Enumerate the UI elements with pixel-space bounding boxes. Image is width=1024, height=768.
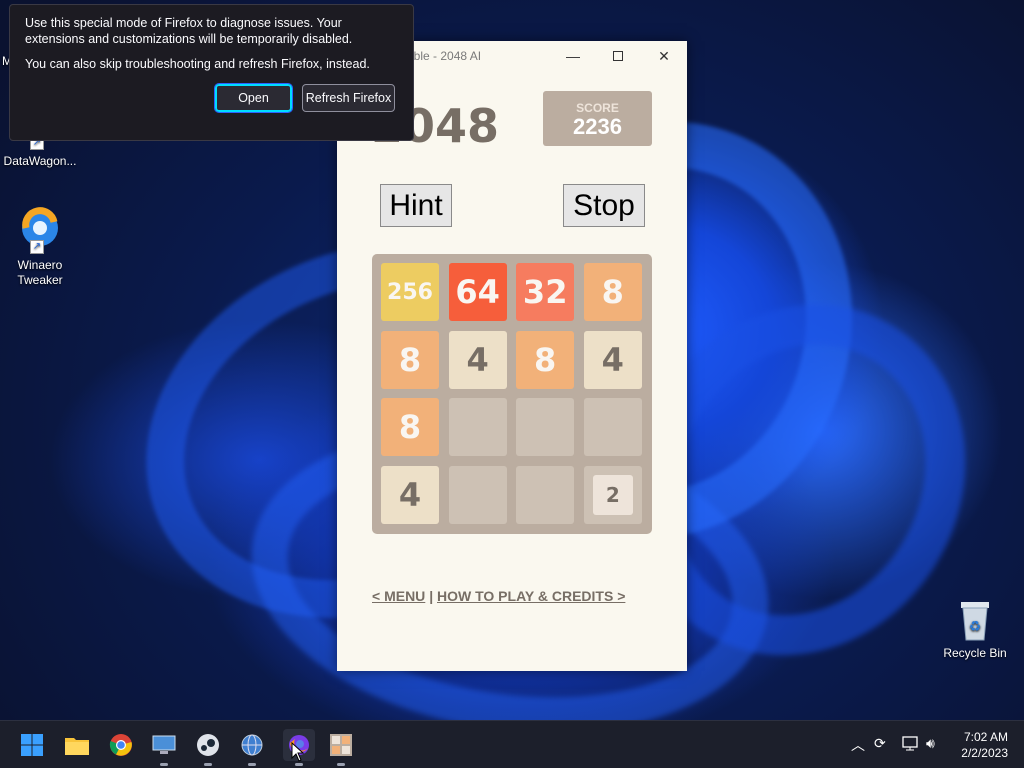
start-icon (21, 734, 43, 756)
volume-icon: 🔊︎ (926, 735, 935, 751)
taskbar-steam[interactable] (192, 729, 224, 766)
tile-8: 8 (381, 398, 439, 457)
tile-4: 4 (583, 330, 642, 389)
footer-links: < MENU | HOW TO PLAY & CREDITS > (372, 588, 625, 604)
mouse-cursor-icon (291, 742, 305, 762)
tile-empty (583, 398, 642, 457)
taskbar-remote-desktop[interactable] (148, 729, 180, 766)
running-indicator (204, 763, 212, 766)
chevron-up-icon: ︿ (851, 737, 865, 753)
tile-2: 2 (583, 465, 642, 524)
stop-button[interactable]: Stop (563, 184, 645, 227)
winaero-tweaker-icon: ↗ (16, 206, 64, 254)
score-box: SCORE 2236 (543, 91, 652, 146)
recycle-bin-icon: ♻ (951, 598, 999, 642)
firefox-troubleshoot-popup: Use this special mode of Firefox to diag… (9, 4, 414, 141)
open-button[interactable]: Open (214, 83, 293, 113)
tile-8: 8 (583, 263, 642, 321)
system-clock[interactable]: 7:02 AM 2/2/2023 (961, 729, 1008, 761)
maximize-button[interactable] (595, 41, 641, 71)
taskbar-network-app[interactable] (236, 729, 268, 766)
tile-2-inner: 2 (592, 474, 633, 515)
tile-32: 32 (516, 263, 575, 321)
chrome-icon (109, 734, 132, 756)
tile-empty (448, 465, 507, 524)
file-explorer-icon (65, 738, 89, 755)
score-value: 2236 (573, 114, 622, 139)
maximize-icon (613, 51, 623, 61)
volume-button[interactable]: 🔊︎ (926, 735, 935, 752)
minimize-button[interactable]: — (550, 41, 596, 71)
steam-icon (197, 734, 219, 756)
running-indicator (295, 763, 303, 766)
network-status-button[interactable] (901, 735, 919, 754)
remote-desktop-icon (152, 735, 176, 754)
tile-empty (516, 465, 575, 524)
taskbar-file-explorer[interactable] (61, 729, 93, 761)
desktop-icon-label: DataWagon... (3, 154, 77, 168)
taskbar: ︿ ⟳ 🔊︎ 7:02 AM 2/2/2023 (0, 720, 1024, 768)
desktop-icon-winaero-tweaker[interactable]: ↗ Winaero Tweaker (0, 206, 80, 288)
taskbar-chrome[interactable] (105, 729, 137, 761)
minimize-icon: — (566, 48, 580, 64)
show-hidden-icons-button[interactable]: ︿ (851, 735, 865, 755)
running-indicator (248, 763, 256, 766)
tile-8: 8 (381, 330, 439, 389)
window-title: able - 2048 AI (407, 49, 482, 63)
how-to-play-link[interactable]: HOW TO PLAY & CREDITS > (437, 588, 625, 604)
sync-icon: ⟳ (874, 735, 886, 751)
tile-empty (516, 398, 575, 457)
tile-64: 64 (448, 263, 507, 321)
desktop-icon-label: Recycle Bin (943, 646, 1007, 660)
tile-4: 4 (381, 465, 439, 524)
calculator-app-icon (330, 734, 352, 756)
running-indicator (160, 763, 168, 766)
popup-secondary-message: You can also skip troubleshooting and re… (25, 57, 370, 71)
start-button[interactable] (16, 729, 48, 761)
running-indicator (337, 763, 345, 766)
link-separator: | (429, 588, 434, 604)
tile-empty (448, 398, 507, 457)
taskbar-2048-app[interactable] (325, 729, 357, 766)
desktop-icon-label: Winaero Tweaker (17, 258, 63, 287)
menu-link[interactable]: < MENU (372, 588, 425, 604)
popup-message: Use this special mode of Firefox to diag… (25, 16, 353, 46)
tile-256: 256 (381, 263, 439, 321)
close-button[interactable]: ✕ (641, 41, 687, 71)
tile-4: 4 (448, 330, 507, 389)
score-label: SCORE (576, 101, 619, 115)
clock-date: 2/2/2023 (961, 746, 1008, 760)
close-icon: ✕ (658, 47, 670, 64)
refresh-firefox-button[interactable]: Refresh Firefox (302, 84, 395, 112)
network-icon (902, 736, 918, 751)
svg-text:♻: ♻ (969, 618, 982, 634)
sync-status-button[interactable]: ⟳ (874, 735, 886, 752)
desktop-icon-recycle-bin[interactable]: ♻ Recycle Bin (935, 598, 1015, 661)
tile-8: 8 (516, 330, 575, 389)
hint-button[interactable]: Hint (380, 184, 452, 227)
game-board[interactable]: 256 64 32 8 8 4 8 4 8 4 2 (372, 254, 652, 534)
shortcut-arrow-icon: ↗ (30, 240, 44, 254)
network-globe-icon (241, 734, 263, 756)
clock-time: 7:02 AM (963, 730, 1008, 744)
